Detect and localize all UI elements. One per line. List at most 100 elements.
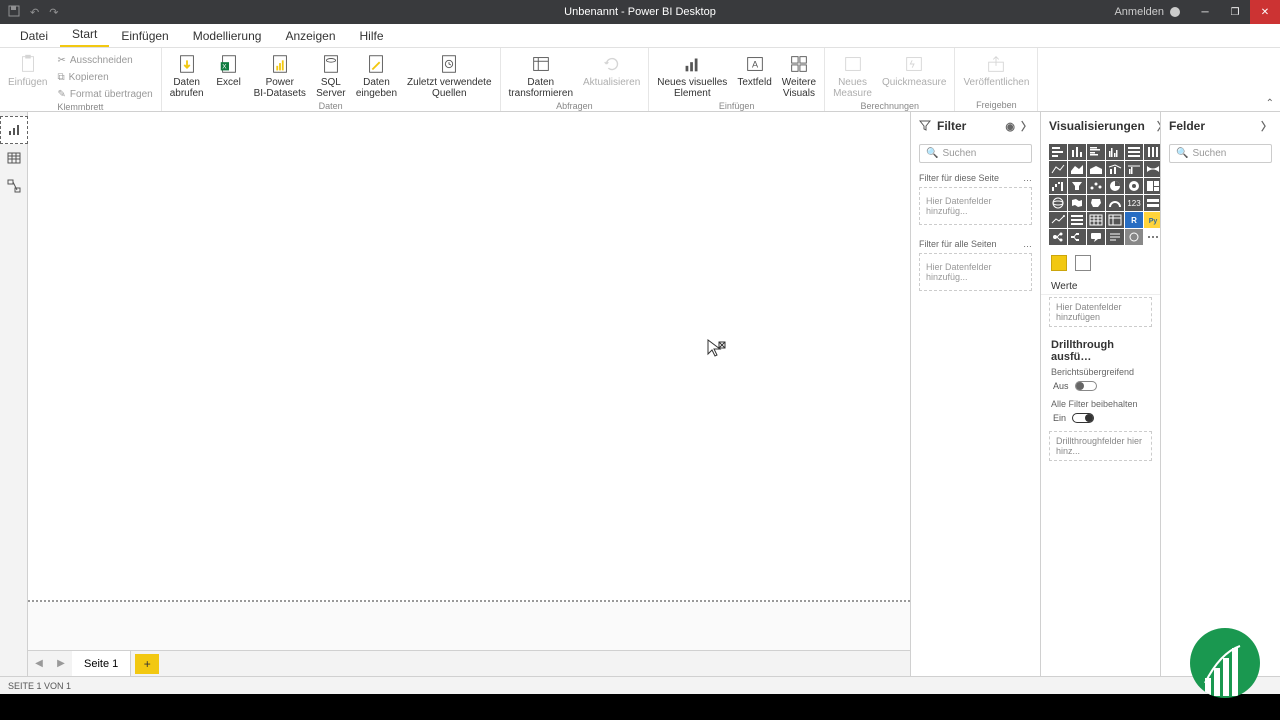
fields-tab-button[interactable] bbox=[1051, 255, 1067, 271]
tab-file[interactable]: Datei bbox=[8, 25, 60, 47]
more-icon[interactable]: … bbox=[1023, 239, 1032, 249]
filter-search-input[interactable]: 🔍 Suchen bbox=[919, 144, 1032, 163]
off-label: Aus bbox=[1053, 381, 1069, 391]
viz-clustered-column-icon[interactable] bbox=[1106, 144, 1124, 160]
more-icon[interactable]: … bbox=[1023, 173, 1032, 183]
cursor-icon bbox=[706, 338, 728, 363]
drillthrough-drop[interactable]: Drillthroughfelder hier hinz... bbox=[1049, 431, 1152, 461]
measure-icon bbox=[841, 52, 865, 76]
visualizations-pane: Visualisierungen 〉 bbox=[1040, 112, 1160, 676]
viz-kpi-icon[interactable] bbox=[1049, 212, 1067, 228]
more-visuals-button[interactable]: Weitere Visuals bbox=[778, 50, 820, 101]
svg-text:X: X bbox=[222, 64, 227, 71]
filter-search-placeholder: Suchen bbox=[942, 148, 976, 159]
filter-this-page-drop[interactable]: Hier Datenfelder hinzufüg... bbox=[919, 187, 1032, 225]
viz-gauge-icon[interactable] bbox=[1106, 195, 1124, 211]
tab-insert[interactable]: Einfügen bbox=[109, 25, 180, 47]
new-visual-label: Neues visuelles Element bbox=[657, 77, 727, 99]
publish-button: Veröffentlichen bbox=[959, 50, 1033, 90]
maximize-button[interactable]: ❐ bbox=[1220, 0, 1250, 24]
tab-view[interactable]: Anzeigen bbox=[273, 25, 347, 47]
viz-donut-icon[interactable] bbox=[1125, 178, 1143, 194]
pbi-datasets-button[interactable]: Power BI-Datasets bbox=[250, 50, 310, 101]
viz-filled-map-icon[interactable] bbox=[1068, 195, 1086, 211]
page-tab-1[interactable]: Seite 1 bbox=[72, 651, 131, 677]
textbox-button[interactable]: A Textfeld bbox=[733, 50, 775, 90]
report-canvas[interactable] bbox=[28, 112, 910, 602]
avatar-icon bbox=[1170, 7, 1180, 17]
redo-icon[interactable]: ↷ bbox=[49, 6, 58, 19]
paste-button: Einfügen bbox=[4, 50, 51, 90]
enter-data-button[interactable]: Daten eingeben bbox=[352, 50, 401, 101]
statusbar: SEITE 1 VON 1 bbox=[0, 676, 1280, 694]
fields-search-input[interactable]: 🔍 Suchen bbox=[1169, 144, 1272, 163]
viz-map-icon[interactable] bbox=[1049, 195, 1067, 211]
viz-stacked-column-icon[interactable] bbox=[1068, 144, 1086, 160]
tab-modeling[interactable]: Modellierung bbox=[181, 25, 274, 47]
titlebar: ↶ ↷ Unbenannt - Power BI Desktop Anmelde… bbox=[0, 0, 1280, 24]
viz-pie-icon[interactable] bbox=[1106, 178, 1124, 194]
publish-label: Veröffentlichen bbox=[963, 77, 1029, 88]
filter-all-pages-drop[interactable]: Hier Datenfelder hinzufüg... bbox=[919, 253, 1032, 291]
tab-help[interactable]: Hilfe bbox=[348, 25, 396, 47]
viz-line-icon[interactable] bbox=[1049, 161, 1067, 177]
viz-line-clustered-icon[interactable] bbox=[1125, 161, 1143, 177]
viz-decomposition-icon[interactable] bbox=[1068, 229, 1086, 245]
signin-button[interactable]: Anmelden bbox=[1104, 6, 1190, 18]
copy-button: ⧉Kopieren bbox=[53, 69, 156, 85]
filter-title: Filter bbox=[937, 119, 966, 133]
transform-data-button[interactable]: Daten transformieren bbox=[505, 50, 577, 101]
new-measure-button: Neues Measure bbox=[829, 50, 876, 101]
get-data-button[interactable]: Daten abrufen bbox=[166, 50, 208, 101]
model-view-button[interactable] bbox=[0, 172, 28, 200]
viz-scatter-icon[interactable] bbox=[1087, 178, 1105, 194]
show-hide-icon[interactable]: ◉ bbox=[1005, 120, 1015, 133]
svg-text:R: R bbox=[1131, 216, 1137, 225]
report-view-button[interactable] bbox=[0, 116, 28, 144]
viz-narrative-icon[interactable] bbox=[1106, 229, 1124, 245]
cross-report-toggle[interactable] bbox=[1075, 381, 1097, 391]
viz-card-icon[interactable]: 123 bbox=[1125, 195, 1143, 211]
excel-button[interactable]: X Excel bbox=[210, 50, 248, 90]
viz-line-column-icon[interactable] bbox=[1106, 161, 1124, 177]
keep-filters-toggle[interactable] bbox=[1072, 413, 1094, 423]
viz-slicer-icon[interactable] bbox=[1068, 212, 1086, 228]
next-page-button[interactable]: ▶ bbox=[50, 651, 72, 677]
viz-shape-map-icon[interactable] bbox=[1087, 195, 1105, 211]
viz-r-icon[interactable]: R bbox=[1125, 212, 1143, 228]
undo-icon[interactable]: ↶ bbox=[30, 6, 39, 19]
viz-100-bar-icon[interactable] bbox=[1125, 144, 1143, 160]
paste-label: Einfügen bbox=[8, 77, 47, 88]
save-icon[interactable] bbox=[8, 5, 20, 20]
viz-gallery: 123 R Py bbox=[1041, 140, 1160, 249]
refresh-icon bbox=[600, 52, 624, 76]
data-view-button[interactable] bbox=[0, 144, 28, 172]
collapse-ribbon-icon[interactable]: ⌃ bbox=[1266, 98, 1274, 109]
viz-qa-icon[interactable] bbox=[1087, 229, 1105, 245]
minimize-button[interactable]: ─ bbox=[1190, 0, 1220, 24]
viz-waterfall-icon[interactable] bbox=[1049, 178, 1067, 194]
close-button[interactable]: ✕ bbox=[1250, 0, 1280, 24]
sql-button[interactable]: SQL Server bbox=[312, 50, 350, 101]
values-drop[interactable]: Hier Datenfelder hinzufügen bbox=[1049, 297, 1152, 327]
format-label: Format übertragen bbox=[70, 89, 153, 100]
format-tab-button[interactable] bbox=[1075, 255, 1091, 271]
viz-arcgis-icon[interactable] bbox=[1125, 229, 1143, 245]
refresh-label: Aktualisieren bbox=[583, 77, 640, 88]
expand-icon[interactable]: 〉 bbox=[1021, 118, 1032, 134]
new-visual-button[interactable]: Neues visuelles Element bbox=[653, 50, 731, 101]
recent-sources-button[interactable]: Zuletzt verwendete Quellen bbox=[403, 50, 496, 101]
viz-area-icon[interactable] bbox=[1068, 161, 1086, 177]
add-page-button[interactable]: + bbox=[135, 654, 159, 674]
viz-funnel-icon[interactable] bbox=[1068, 178, 1086, 194]
tab-start[interactable]: Start bbox=[60, 23, 109, 47]
prev-page-button[interactable]: ◀ bbox=[28, 651, 50, 677]
expand-icon[interactable]: 〉 bbox=[1261, 118, 1272, 134]
viz-table-icon[interactable] bbox=[1087, 212, 1105, 228]
insert-group-label: Einfügen bbox=[653, 101, 820, 112]
viz-stacked-area-icon[interactable] bbox=[1087, 161, 1105, 177]
viz-key-influencers-icon[interactable] bbox=[1049, 229, 1067, 245]
viz-matrix-icon[interactable] bbox=[1106, 212, 1124, 228]
viz-clustered-bar-icon[interactable] bbox=[1087, 144, 1105, 160]
viz-stacked-bar-icon[interactable] bbox=[1049, 144, 1067, 160]
